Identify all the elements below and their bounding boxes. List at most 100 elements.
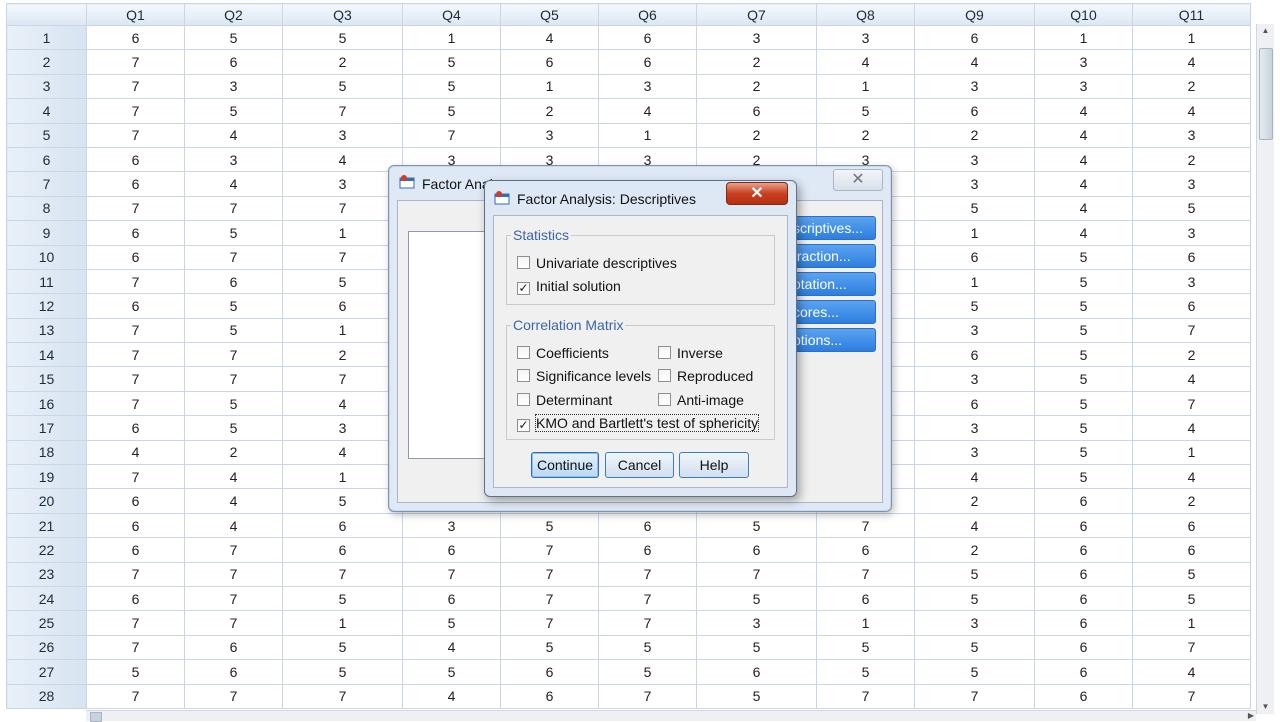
table-cell[interactable]: 5 [282,488,403,514]
table-cell[interactable]: 5 [696,512,817,539]
reproduced-checkbox[interactable]: Reproduced [658,368,753,384]
table-cell[interactable]: 5 [402,659,501,685]
table-cell[interactable]: 5 [914,585,1035,612]
table-cell[interactable]: 6 [1034,537,1133,563]
row-header[interactable]: 23 [6,561,87,587]
table-cell[interactable]: 6 [184,49,283,75]
table-cell[interactable]: 3 [1132,268,1251,295]
table-cell[interactable]: 3 [816,24,915,51]
row-header[interactable]: 4 [6,98,87,124]
table-cell[interactable]: 7 [282,98,403,124]
table-cell[interactable]: 2 [282,49,403,75]
table-cell[interactable]: 1 [500,73,599,100]
table-cell[interactable]: 4 [282,439,403,466]
table-cell[interactable]: 6 [598,512,697,539]
table-cell[interactable]: 5 [1034,439,1133,466]
table-cell[interactable]: 1 [914,220,1035,246]
table-cell[interactable]: 5 [816,98,915,124]
table-cell[interactable]: 6 [816,537,915,563]
table-cell[interactable]: 6 [914,244,1035,270]
column-header-q9[interactable]: Q9 [914,3,1035,26]
table-cell[interactable]: 7 [816,561,915,587]
determinant-checkbox[interactable]: Determinant [517,392,612,408]
table-cell[interactable]: 6 [1034,634,1133,661]
table-cell[interactable]: 7 [86,98,185,124]
table-cell[interactable]: 5 [184,24,283,51]
table-cell[interactable]: 5 [914,293,1035,319]
table-cell[interactable]: 6 [1034,561,1133,587]
table-cell[interactable]: 5 [282,73,403,100]
table-cell[interactable]: 2 [914,122,1035,148]
table-cell[interactable]: 1 [282,220,403,246]
table-cell[interactable]: 6 [86,512,185,539]
table-cell[interactable]: 1 [1132,610,1251,636]
table-cell[interactable]: 7 [184,342,283,368]
table-cell[interactable]: 7 [86,464,185,490]
table-cell[interactable]: 1 [1034,24,1133,51]
table-cell[interactable]: 4 [184,171,283,197]
table-cell[interactable]: 4 [816,49,915,75]
anti-image-checkbox[interactable]: Anti-image [658,392,744,408]
table-cell[interactable]: 5 [1034,342,1133,368]
table-cell[interactable]: 7 [816,512,915,539]
table-cell[interactable]: 4 [598,98,697,124]
table-cell[interactable]: 6 [1132,512,1251,539]
table-cell[interactable]: 5 [914,561,1035,587]
row-header[interactable]: 12 [6,293,87,319]
table-cell[interactable]: 7 [598,561,697,587]
scroll-right-arrow-icon[interactable]: ▶ [1248,711,1254,720]
table-cell[interactable]: 4 [402,634,501,661]
table-cell[interactable]: 3 [500,122,599,148]
table-cell[interactable]: 6 [1132,244,1251,270]
row-header[interactable]: 1 [6,24,87,51]
table-cell[interactable]: 3 [282,415,403,441]
table-cell[interactable]: 3 [1132,171,1251,197]
table-cell[interactable]: 6 [86,488,185,514]
table-cell[interactable]: 7 [184,537,283,563]
table-cell[interactable]: 3 [402,512,501,539]
table-cell[interactable]: 3 [696,24,817,51]
table-cell[interactable]: 1 [282,464,403,490]
cancel-button[interactable]: Cancel [605,452,674,478]
table-cell[interactable]: 7 [86,317,185,344]
row-header[interactable]: 16 [6,390,87,417]
inverse-checkbox[interactable]: Inverse [658,345,723,361]
row-header[interactable]: 7 [6,171,87,197]
rotation-button[interactable]: otation... [790,272,876,296]
table-cell[interactable]: 2 [282,342,403,368]
table-cell[interactable]: 5 [184,98,283,124]
table-cell[interactable]: 6 [86,24,185,51]
checkbox-box[interactable] [517,346,530,359]
horizontal-scroll-thumb[interactable] [90,712,102,722]
table-cell[interactable]: 6 [86,146,185,173]
table-cell[interactable]: 5 [184,220,283,246]
table-cell[interactable]: 7 [598,610,697,636]
table-cell[interactable]: 2 [1132,488,1251,514]
table-cell[interactable]: 2 [914,537,1035,563]
table-cell[interactable]: 6 [500,683,599,709]
table-cell[interactable]: 4 [402,683,501,709]
options-button[interactable]: ptions... [790,328,876,352]
column-header-q7[interactable]: Q7 [696,3,817,26]
table-cell[interactable]: 7 [500,537,599,563]
table-cell[interactable]: 7 [500,561,599,587]
table-cell[interactable]: 5 [282,268,403,295]
table-cell[interactable]: 3 [914,610,1035,636]
table-cell[interactable]: 5 [282,24,403,51]
table-cell[interactable]: 7 [86,561,185,587]
table-cell[interactable]: 6 [500,659,599,685]
table-cell[interactable]: 6 [1034,683,1133,709]
table-cell[interactable]: 7 [86,268,185,295]
table-cell[interactable]: 6 [86,585,185,612]
row-header[interactable]: 10 [6,244,87,270]
table-cell[interactable]: 4 [86,439,185,466]
row-header[interactable]: 14 [6,342,87,368]
table-cell[interactable]: 6 [816,585,915,612]
row-header[interactable]: 15 [6,366,87,392]
extraction-button[interactable]: traction... [790,244,876,268]
table-cell[interactable]: 7 [402,122,501,148]
table-cell[interactable]: 6 [500,49,599,75]
table-cell[interactable]: 3 [914,73,1035,100]
table-cell[interactable]: 7 [86,73,185,100]
table-cell[interactable]: 7 [402,561,501,587]
